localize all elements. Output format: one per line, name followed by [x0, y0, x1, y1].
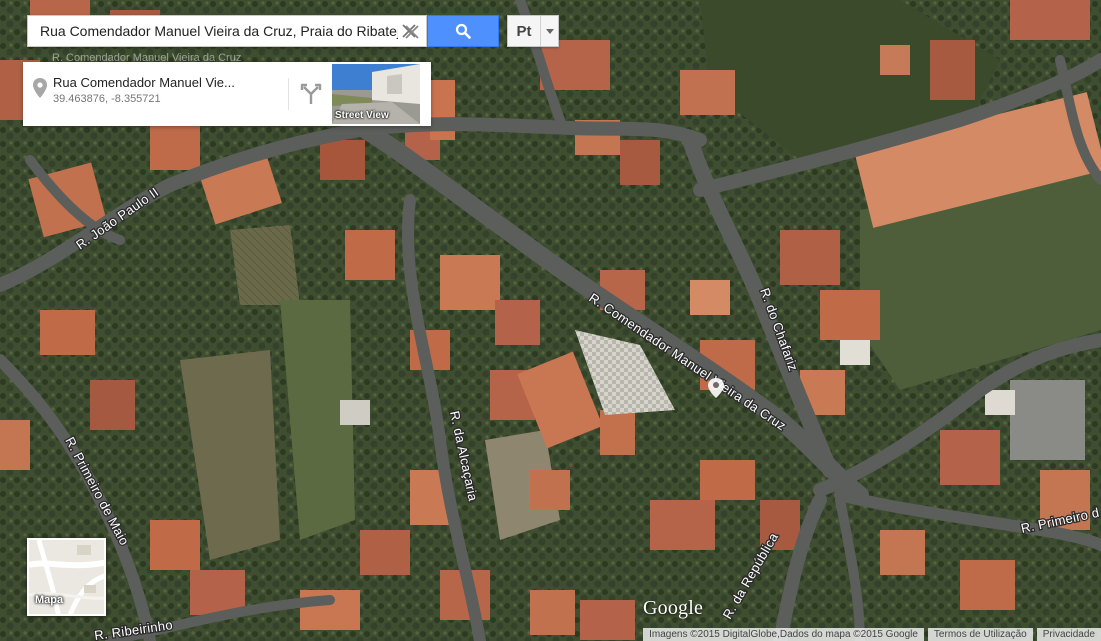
search-input[interactable] — [28, 16, 398, 46]
close-icon[interactable] — [404, 24, 420, 40]
language-label: Pt — [516, 22, 532, 40]
place-title[interactable]: Rua Comendador Manuel Vie... — [53, 75, 235, 90]
directions-icon[interactable] — [299, 82, 323, 106]
search-icon — [455, 23, 471, 39]
map-pin-icon — [33, 78, 47, 98]
place-card: Rua Comendador Manuel Vie... 39.463876, … — [23, 62, 431, 126]
search-box — [27, 15, 427, 47]
divider — [288, 78, 289, 110]
map-view-toggle[interactable]: Mapa — [27, 538, 106, 616]
street-view-label: Street View — [335, 110, 389, 121]
search-button[interactable] — [427, 15, 499, 47]
privacy-link[interactable]: Privacidade — [1036, 628, 1101, 641]
language-dropdown[interactable]: Pt — [507, 15, 559, 47]
caret-down-icon — [541, 28, 558, 34]
place-coordinates: 39.463876, -8.355721 — [53, 93, 161, 105]
street-view-thumbnail[interactable]: Street View — [332, 64, 420, 124]
field-plot — [230, 225, 300, 305]
imagery-attribution: Imagens ©2015 DigitalGlobe,Dados do mapa… — [643, 628, 924, 641]
attribution-bar: Imagens ©2015 DigitalGlobe,Dados do mapa… — [643, 628, 1101, 641]
map-toggle-label: Mapa — [35, 594, 64, 606]
terms-link[interactable]: Termos de Utilização — [927, 628, 1033, 641]
google-logo: Google — [643, 597, 704, 619]
